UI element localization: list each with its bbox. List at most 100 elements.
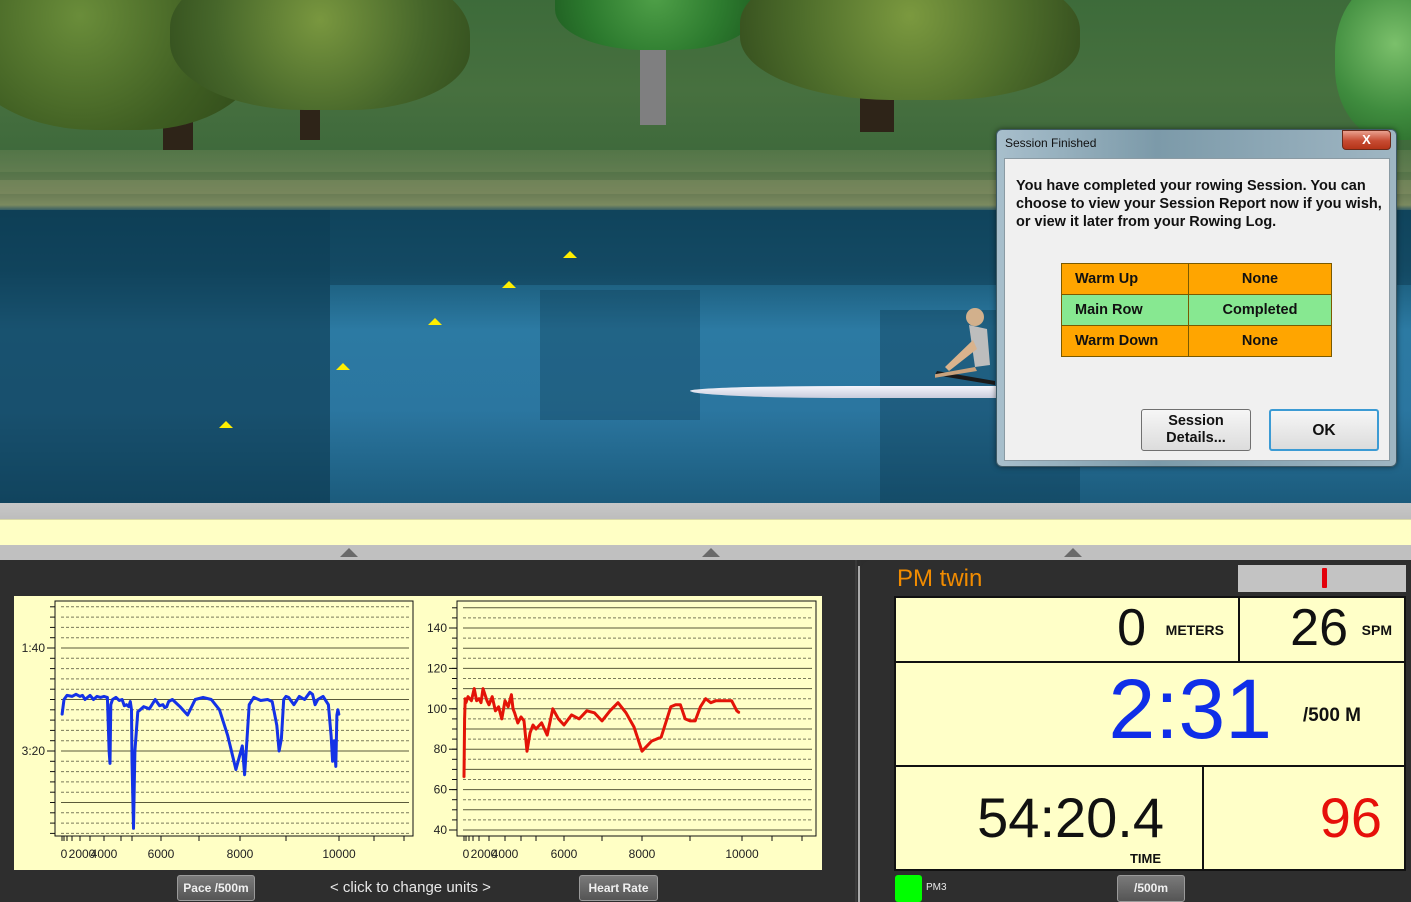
data-point: [327, 703, 330, 706]
data-point: [303, 698, 306, 701]
scene-border: [0, 503, 1411, 519]
buoy-marker: [502, 281, 516, 288]
data-point: [226, 734, 229, 737]
data-point: [465, 701, 467, 704]
close-button[interactable]: X: [1342, 130, 1391, 150]
data-point: [202, 696, 204, 699]
data-point: [504, 699, 506, 702]
spm-cell: 26 SPM: [1238, 596, 1406, 663]
data-point: [523, 720, 525, 722]
buoy-marker: [563, 251, 577, 258]
data-point: [280, 737, 283, 740]
data-point: [601, 720, 603, 722]
data-point: [103, 695, 105, 698]
pace-cell: 2:31 /500 M: [894, 661, 1406, 767]
data-point: [482, 687, 484, 690]
data-point: [586, 710, 588, 712]
data-point: [464, 697, 466, 700]
x-tick-label: 8000: [629, 847, 656, 861]
x-tick-label: 4000: [492, 847, 519, 861]
data-point: [463, 776, 465, 779]
time-value: 54:20.4: [977, 786, 1164, 849]
data-point: [118, 699, 121, 702]
data-point: [532, 724, 534, 726]
data-point: [276, 724, 278, 727]
tree: [1335, 0, 1411, 140]
phase-status: None: [1188, 325, 1332, 357]
data-point: [475, 699, 478, 702]
expand-panel-left-icon[interactable]: [340, 548, 358, 557]
data-point: [738, 712, 741, 714]
data-point: [520, 716, 522, 718]
ok-button[interactable]: OK: [1269, 409, 1379, 451]
data-point: [486, 699, 488, 702]
y-tick-label: 120: [427, 661, 447, 675]
data-point: [137, 711, 139, 713]
data-point: [293, 703, 295, 706]
data-point: [337, 709, 339, 711]
y-tick-label: 60: [434, 783, 448, 797]
data-point: [314, 703, 316, 706]
data-point: [134, 750, 136, 752]
data-point: [71, 695, 73, 698]
data-point: [235, 768, 237, 771]
data-point: [336, 714, 338, 716]
data-point: [129, 700, 132, 703]
heart-rate-button[interactable]: Heart Rate: [579, 875, 658, 901]
divider-line: [858, 566, 860, 902]
data-point: [660, 736, 662, 738]
data-point: [179, 705, 181, 708]
data-point: [218, 709, 221, 711]
data-point: [546, 734, 548, 736]
data-point: [186, 714, 189, 716]
spm-unit: SPM: [1361, 622, 1392, 638]
pace-units-button[interactable]: Pace /500m: [177, 875, 255, 901]
data-point: [684, 718, 686, 720]
data-point: [467, 695, 469, 698]
data-point: [210, 698, 213, 701]
monitor-units-button[interactable]: /500m: [1117, 875, 1185, 902]
data-point: [484, 693, 486, 696]
data-point: [162, 703, 164, 706]
data-point: [570, 714, 573, 716]
data-point: [720, 699, 722, 702]
expand-panel-right-icon[interactable]: [1064, 548, 1082, 557]
x-tick-label: 6000: [551, 847, 578, 861]
data-point: [241, 745, 244, 747]
data-point: [609, 710, 611, 712]
x-tick-label: 10000: [725, 847, 759, 861]
data-point: [488, 703, 490, 706]
data-point: [563, 724, 565, 726]
y-tick-label: 80: [434, 742, 448, 756]
data-point: [123, 704, 126, 707]
data-point: [278, 750, 280, 752]
heart-rate-chart-svg: 4060801001201400 20004000 6000 8000 10000: [427, 600, 817, 861]
data-point: [625, 712, 627, 714]
data-point: [79, 695, 81, 698]
data-point: [81, 694, 84, 697]
data-point: [335, 765, 337, 768]
data-point: [593, 712, 596, 714]
data-point: [617, 701, 619, 704]
reflection: [540, 290, 700, 420]
spm-value: 26: [1290, 599, 1348, 657]
pace-chart-svg: 1:403:200 20004000 6000 8000 10000: [22, 600, 414, 861]
phase-label: Warm Up: [1061, 263, 1189, 295]
tree: [740, 0, 1080, 100]
dialog-body: You have completed your rowing Session. …: [1004, 158, 1390, 461]
change-units-hint[interactable]: < click to change units >: [330, 879, 491, 896]
expand-panel-center-icon[interactable]: [702, 548, 720, 557]
data-point: [694, 720, 696, 722]
data-point: [730, 699, 733, 702]
data-point: [282, 698, 285, 701]
data-point: [510, 693, 513, 696]
data-point: [529, 732, 531, 734]
buoy-marker: [336, 363, 350, 370]
data-point: [557, 718, 560, 720]
dialog-message: You have completed your rowing Session. …: [1016, 178, 1382, 230]
table-row: Warm Down None: [1061, 325, 1332, 357]
session-details-button[interactable]: Session Details...: [1141, 409, 1251, 451]
pace-unit: /500 M: [1302, 705, 1361, 726]
data-point: [167, 700, 170, 703]
data-point: [309, 691, 311, 694]
